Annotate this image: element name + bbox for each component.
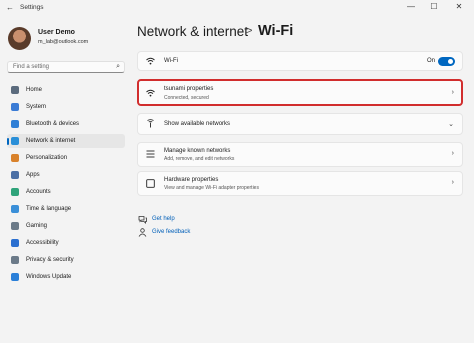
wifi-label: Wi-Fi <box>164 58 178 64</box>
sidebar-item-label: Time & language <box>26 205 72 212</box>
search-input[interactable]: Find a setting ⌕ <box>7 61 125 73</box>
sidebar-item-privacy-security[interactable]: Privacy & security <box>7 253 125 267</box>
search-placeholder: Find a setting <box>13 64 50 70</box>
sidebar-item-label: Home <box>26 86 43 93</box>
gaming-icon <box>11 222 19 230</box>
network-properties-label: tsunami properties <box>164 86 214 92</box>
sidebar-item-gaming[interactable]: Gaming <box>7 219 125 233</box>
sidebar-item-time-language[interactable]: Time & language <box>7 202 125 216</box>
feedback-icon <box>138 228 147 239</box>
breadcrumb-parent[interactable]: Network & internet <box>137 24 248 39</box>
accounts-icon <box>11 188 19 196</box>
wifi-toggle[interactable] <box>438 57 455 66</box>
manage-known-networks-label: Manage known networks <box>164 147 231 154</box>
shield-icon <box>11 256 19 264</box>
sidebar-item-label: Gaming <box>26 222 48 229</box>
update-icon <box>11 273 19 281</box>
get-help-text[interactable]: Get help <box>152 216 175 222</box>
sidebar-item-windows-update[interactable]: Windows Update <box>7 270 125 284</box>
show-available-networks-card[interactable]: Show available networks ⌄ <box>137 113 463 135</box>
breadcrumb-separator: > <box>246 25 253 37</box>
title-bar: ← Settings — ☐ ✕ <box>0 0 474 16</box>
close-button[interactable]: ✕ <box>452 2 466 11</box>
user-name: User Demo <box>38 29 75 36</box>
search-icon[interactable]: ⌕ <box>116 63 120 71</box>
sidebar-item-accessibility[interactable]: Accessibility <box>7 236 125 250</box>
brush-icon <box>11 154 19 162</box>
system-icon <box>11 103 19 111</box>
network-icon <box>11 137 19 145</box>
window-title: Settings <box>20 4 44 11</box>
chevron-down-icon: ⌄ <box>448 121 454 128</box>
maximize-button[interactable]: ☐ <box>427 2 441 11</box>
network-status: Connected, secured <box>164 95 209 101</box>
sidebar-item-label: Bluetooth & devices <box>26 120 80 127</box>
show-available-networks-label: Show available networks <box>164 121 231 127</box>
apps-icon <box>11 171 19 179</box>
page-title: Wi-Fi <box>258 23 294 39</box>
chevron-right-icon: › <box>451 89 454 96</box>
hardware-properties-label: Hardware properties <box>164 176 219 183</box>
avatar[interactable] <box>8 27 31 50</box>
settings-window: ← Settings — ☐ ✕ User Demo m_lab@outlook… <box>0 0 474 343</box>
wifi-toggle-state: On <box>426 58 435 64</box>
sidebar-item-label: Privacy & security <box>26 256 74 263</box>
active-indicator <box>7 138 9 145</box>
sidebar-item-label: Apps <box>26 171 40 178</box>
hardware-properties-card[interactable]: Hardware properties View and manage Wi-F… <box>137 171 463 196</box>
sidebar-item-label: Windows Update <box>26 273 72 280</box>
minimize-button[interactable]: — <box>404 2 418 11</box>
sidebar-item-label: Accounts <box>26 188 51 195</box>
wifi-toggle-card: Wi-Fi On <box>137 51 463 71</box>
sidebar-item-apps[interactable]: Apps <box>7 168 125 182</box>
toggle-knob <box>448 59 453 64</box>
help-icon <box>138 215 147 226</box>
sidebar-item-network-internet[interactable]: Network & internet <box>7 134 125 148</box>
sidebar-item-label: System <box>26 103 47 110</box>
network-properties-card[interactable]: tsunami properties Connected, secured › <box>137 79 463 106</box>
antenna-icon <box>146 119 155 130</box>
sidebar-item-accounts[interactable]: Accounts <box>7 185 125 199</box>
give-feedback-text[interactable]: Give feedback <box>152 229 190 235</box>
sidebar-item-personalization[interactable]: Personalization <box>7 151 125 165</box>
wifi-icon <box>146 57 155 67</box>
sidebar-item-label: Accessibility <box>26 239 59 246</box>
adapter-icon <box>146 179 155 190</box>
wifi-connected-icon <box>146 89 155 99</box>
home-icon <box>11 86 19 94</box>
chevron-right-icon: › <box>451 150 454 157</box>
bluetooth-icon <box>11 120 19 128</box>
sidebar-item-label: Personalization <box>26 154 68 161</box>
sidebar-item-home[interactable]: Home <box>7 83 125 97</box>
sidebar-item-bluetooth-devices[interactable]: Bluetooth & devices <box>7 117 125 131</box>
accessibility-icon <box>11 239 19 247</box>
manage-known-networks-sub: Add, remove, and edit networks <box>164 156 235 162</box>
sidebar-item-label: Network & internet <box>26 137 76 144</box>
globe-icon <box>11 205 19 213</box>
list-icon <box>146 150 155 160</box>
user-email: m_lab@outlook.com <box>38 39 89 45</box>
chevron-right-icon: › <box>451 179 454 186</box>
sidebar-item-system[interactable]: System <box>7 100 125 114</box>
manage-known-networks-card[interactable]: Manage known networks Add, remove, and e… <box>137 142 463 167</box>
back-arrow-icon[interactable]: ← <box>6 3 14 12</box>
hardware-properties-sub: View and manage Wi-Fi adapter properties <box>164 185 259 191</box>
